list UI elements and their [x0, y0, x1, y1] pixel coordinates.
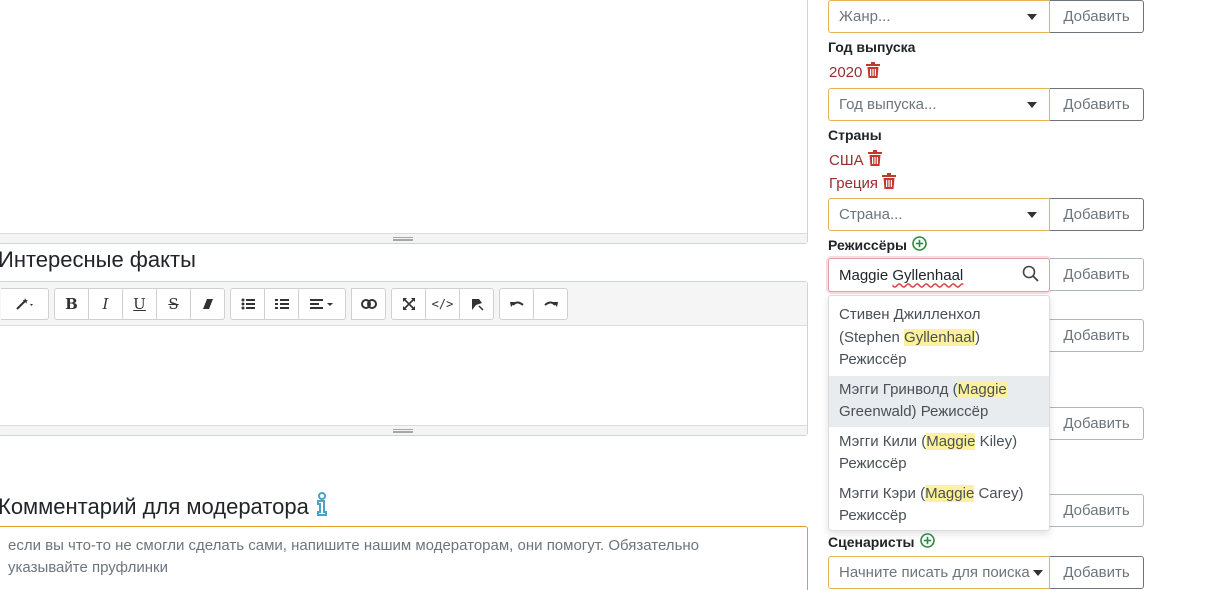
genre-add-button[interactable]: Добавить: [1050, 0, 1144, 33]
writers-combo: Начните писать для поиска Добавить: [828, 556, 1144, 589]
country-placeholder: Страна...: [839, 206, 903, 223]
writers-search-input[interactable]: Начните писать для поиска: [828, 556, 1050, 589]
suggestion-item[interactable]: Стивен Джилленхол (Stephen Gyllenhaal) Р…: [829, 296, 1049, 376]
fullscreen-icon[interactable]: [391, 287, 426, 320]
director-add-button[interactable]: Добавить: [1050, 258, 1144, 291]
year-combo: Год выпуска... Добавить: [828, 88, 1144, 121]
chevron-down-icon: [1033, 569, 1043, 576]
magic-wand-icon[interactable]: [1, 287, 49, 320]
underline-icon[interactable]: U: [122, 287, 157, 320]
add-circle-icon[interactable]: [912, 236, 927, 254]
writers-add-button[interactable]: Добавить: [1050, 556, 1144, 589]
year-value: 2020: [829, 63, 863, 81]
add-circle-icon[interactable]: [919, 533, 935, 551]
facts-editor-resize-handle[interactable]: [0, 425, 807, 435]
eraser-icon[interactable]: [190, 287, 225, 320]
italic-icon[interactable]: I: [88, 287, 123, 320]
genre-placeholder: Жанр...: [839, 8, 891, 25]
director-suggestions-dropdown: Стивен Джилленхол (Stephen Gyllenhaal) Р…: [828, 295, 1050, 531]
genre-combo: Жанр... Добавить: [828, 0, 1144, 33]
country-item: США: [829, 150, 882, 170]
description-editor[interactable]: [0, 0, 808, 244]
comment-section-title: Комментарий для модератора: [0, 492, 329, 522]
search-icon[interactable]: [1022, 265, 1039, 286]
director-search-value: Maggie Gyllenhaal: [839, 266, 964, 284]
comment-placeholder-line1: если вы что-то не смогли сделать сами, н…: [8, 537, 700, 554]
comment-placeholder-line2: указывайте пруфлинки: [8, 559, 168, 576]
align-icon[interactable]: [298, 287, 346, 320]
country-select[interactable]: Страна...: [828, 198, 1050, 231]
year-placeholder: Год выпуска...: [839, 96, 937, 113]
bold-icon[interactable]: B: [54, 287, 89, 320]
directors-label: Режиссёры: [828, 236, 927, 254]
strikethrough-icon[interactable]: S: [156, 287, 191, 320]
trash-icon[interactable]: [867, 150, 882, 170]
add-button[interactable]: Добавить: [1050, 407, 1144, 440]
year-label: Год выпуска: [828, 39, 916, 55]
numbered-list-icon[interactable]: [264, 287, 299, 320]
genre-select[interactable]: Жанр...: [828, 0, 1050, 33]
editor-resize-handle[interactable]: [0, 233, 807, 243]
undo-icon[interactable]: [499, 287, 534, 320]
spoiler-icon[interactable]: [459, 287, 494, 320]
country-add-button[interactable]: Добавить: [1050, 198, 1144, 231]
trash-icon[interactable]: [866, 62, 881, 82]
info-icon[interactable]: [315, 492, 329, 522]
add-button[interactable]: Добавить: [1050, 494, 1144, 527]
countries-label: Страны: [828, 127, 882, 143]
writers-placeholder: Начните писать для поиска: [839, 564, 1030, 581]
year-add-button[interactable]: Добавить: [1050, 88, 1144, 121]
comment-title-text: Комментарий для модератора: [0, 494, 309, 519]
facts-editor-toolbar: B I U S </>: [0, 282, 807, 326]
add-button[interactable]: Добавить: [1050, 319, 1144, 352]
year-select[interactable]: Год выпуска...: [828, 88, 1050, 121]
country-combo: Страна... Добавить: [828, 198, 1144, 231]
suggestion-item[interactable]: Мэгги Кэри (Maggie Carey) Режиссёр: [829, 479, 1049, 531]
chevron-down-icon: [1027, 211, 1037, 218]
redo-icon[interactable]: [533, 287, 568, 320]
year-value-item: 2020: [829, 62, 881, 82]
directors-label-text: Режиссёры: [828, 237, 907, 253]
country-value: Греция: [829, 174, 879, 192]
director-search-input[interactable]: Maggie Gyllenhaal: [828, 258, 1050, 292]
code-view-icon[interactable]: </>: [425, 287, 460, 320]
bullet-list-icon[interactable]: [230, 287, 265, 320]
suggestion-item[interactable]: Мэгги Гринволд (Maggie Greenwald) Режисс…: [829, 375, 1049, 427]
writers-label-text: Сценаристы: [828, 534, 915, 550]
country-item: Греция: [829, 173, 897, 193]
suggestion-item[interactable]: Мэгги Кили (Maggie Kiley) Режиссёр: [829, 427, 1049, 479]
facts-section-title: Интересные факты: [0, 247, 196, 272]
link-icon[interactable]: [351, 287, 386, 320]
facts-editor[interactable]: B I U S </>: [0, 281, 808, 436]
writers-label: Сценаристы: [828, 533, 935, 551]
country-value: США: [829, 151, 864, 169]
chevron-down-icon: [1027, 13, 1037, 20]
chevron-down-icon: [1027, 101, 1037, 108]
trash-icon[interactable]: [882, 173, 897, 193]
moderator-comment-textarea[interactable]: если вы что-то не смогли сделать сами, н…: [0, 526, 808, 590]
